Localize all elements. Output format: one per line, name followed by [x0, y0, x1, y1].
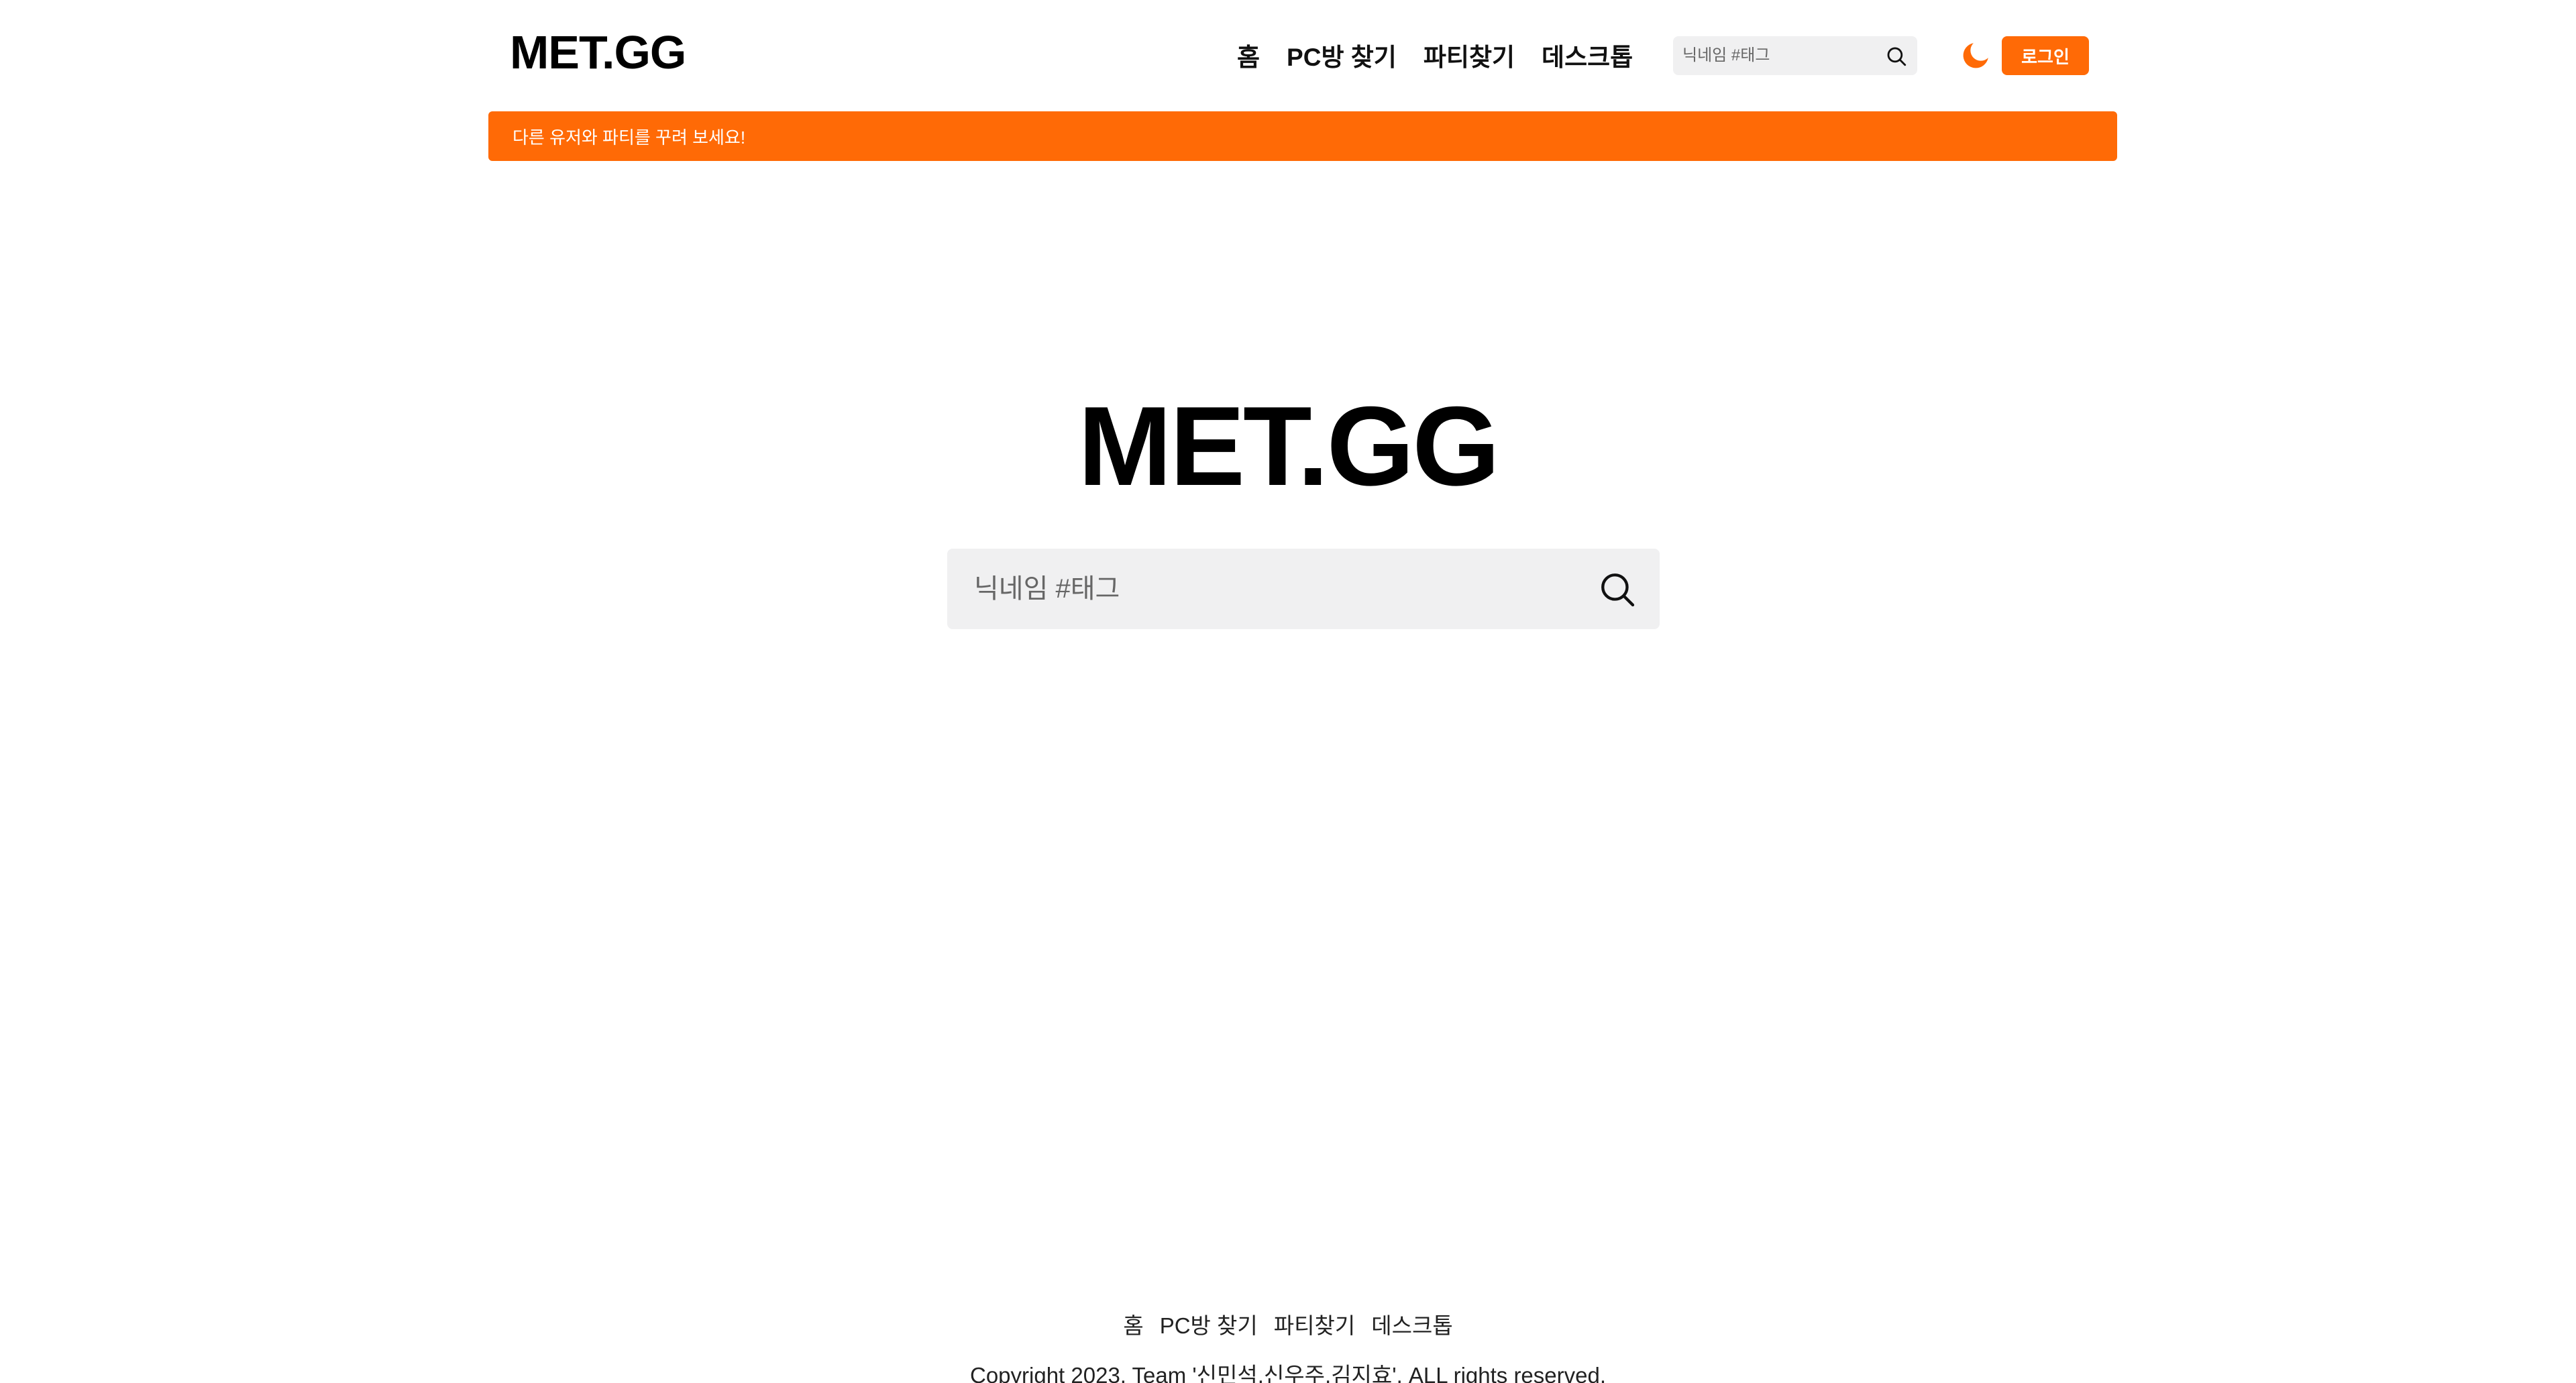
moon-icon[interactable]	[1959, 39, 1992, 72]
login-button[interactable]: 로그인	[2002, 36, 2089, 75]
banner-text: 다른 유저와 파티를 꾸려 보세요!	[513, 127, 746, 148]
search-icon[interactable]	[1598, 570, 1637, 609]
hero-logo: MET.GG	[1077, 383, 1500, 509]
search-icon[interactable]	[1885, 45, 1908, 68]
notice-banner: 다른 유저와 파티를 꾸려 보세요!	[488, 111, 2117, 161]
nav-desktop-link[interactable]: 데스크톱	[1542, 37, 1633, 73]
nav-party-link[interactable]: 파티찾기	[1424, 37, 1515, 73]
header-nav: 홈 PC방 찾기 파티찾기 데스크톱	[1237, 35, 1633, 75]
nav-home-link[interactable]: 홈	[1237, 37, 1260, 73]
footer-party-link[interactable]: 파티찾기	[1274, 1308, 1355, 1340]
header-logo[interactable]: MET.GG	[510, 25, 686, 79]
footer-home-link[interactable]: 홈	[1123, 1308, 1143, 1340]
footer-nav: 홈 PC방 찾기 파티찾기 데스크톱	[0, 1308, 2576, 1340]
hero-search-input[interactable]	[947, 573, 1578, 604]
nav-pc-bang-link[interactable]: PC방 찾기	[1287, 37, 1397, 73]
header-search-input[interactable]	[1673, 46, 1877, 65]
top-header: MET.GG 홈 PC방 찾기 파티찾기 데스크톱 로그인	[488, 0, 2105, 110]
header-search-box	[1673, 36, 1917, 75]
footer-pc-bang-link[interactable]: PC방 찾기	[1160, 1308, 1258, 1340]
page: MET.GG 홈 PC방 찾기 파티찾기 데스크톱 로그인 다른 유저와 파티를…	[0, 0, 2576, 1383]
copyright-text: Copyright 2023. Team '신민석,신우주,김지효'. ALL …	[969, 1363, 1607, 1383]
footer-desktop-link[interactable]: 데스크톱	[1371, 1308, 1452, 1340]
hero-search-box	[947, 549, 1660, 629]
